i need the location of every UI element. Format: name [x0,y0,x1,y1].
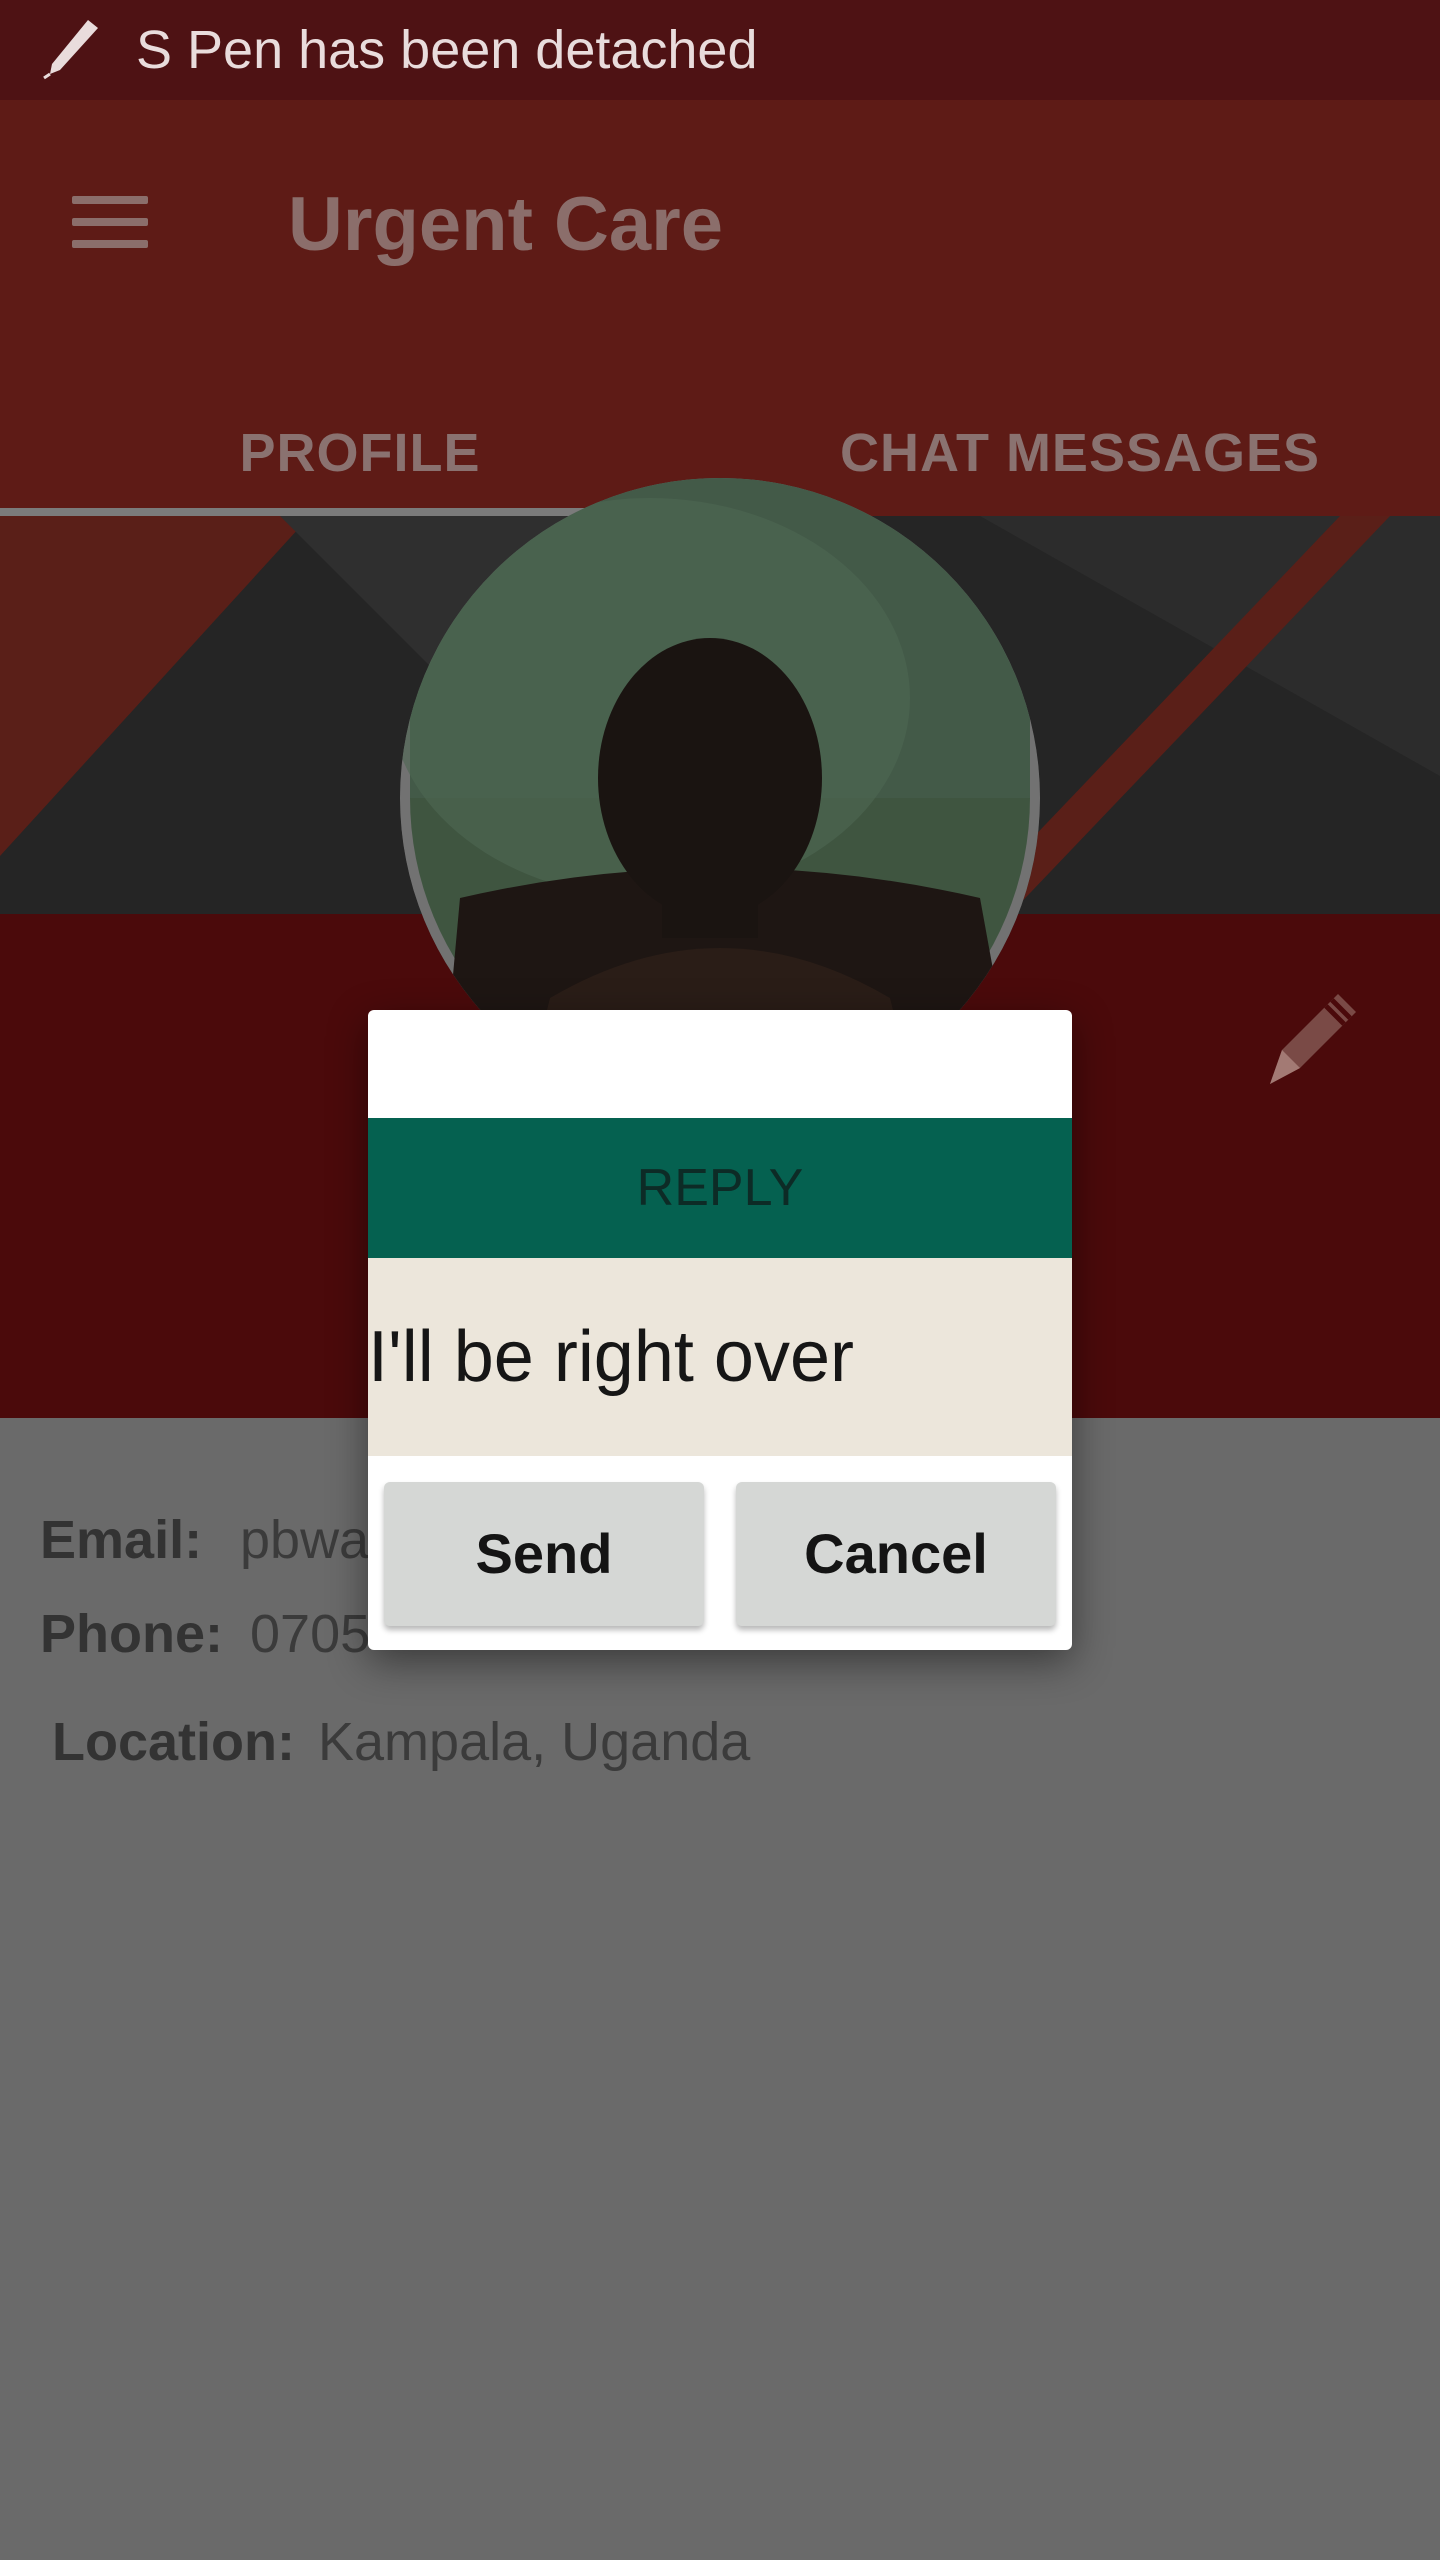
status-message: S Pen has been detached [136,20,758,80]
location-label: Location: [52,1712,295,1772]
hamburger-menu-icon[interactable] [60,170,164,274]
pencil-icon[interactable] [1250,980,1370,1100]
reply-message: I'll be right over [368,1258,1072,1456]
pen-icon [40,16,104,80]
email-value: pbwa [240,1510,370,1570]
app-bar: Urgent Care PROFILE CHAT MESSAGES [0,100,1440,516]
phone-value: 0705 [250,1604,371,1664]
location-value: Kampala, Uganda [318,1712,751,1772]
reply-dialog: REPLY I'll be right over Send Cancel [368,1010,1072,1650]
status-bar: S Pen has been detached [0,0,1440,100]
phone-label: Phone: [40,1604,223,1664]
send-button[interactable]: Send [384,1482,704,1626]
app-title: Urgent Care [288,182,723,267]
dialog-header: REPLY [368,1118,1072,1258]
cancel-button[interactable]: Cancel [736,1482,1056,1626]
email-label: Email: [40,1510,203,1570]
